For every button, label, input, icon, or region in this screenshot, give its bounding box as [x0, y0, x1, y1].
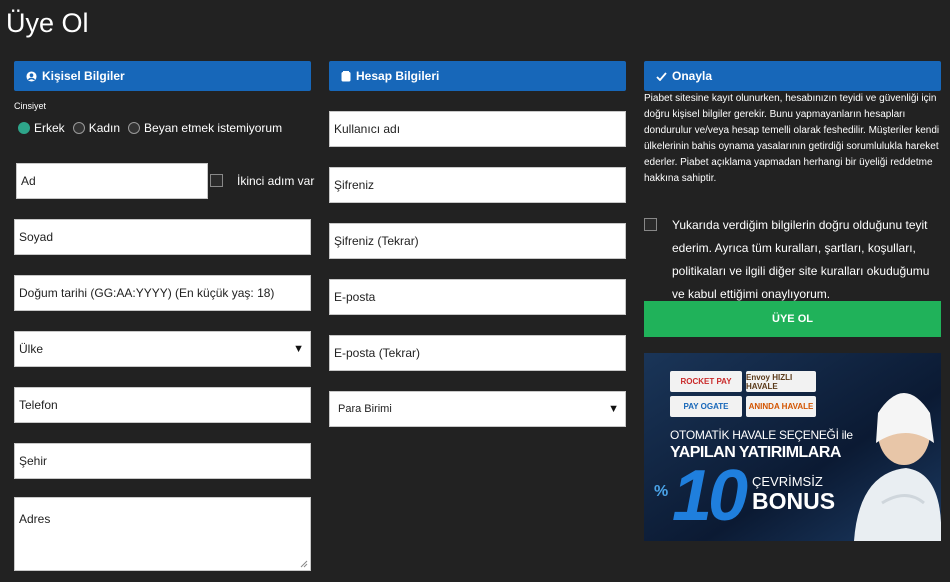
chevron-down-icon: ▼: [293, 343, 304, 355]
second-name-checkbox[interactable]: [210, 174, 223, 187]
dob-placeholder: Doğum tarihi (GG:AA:YYYY) (En küçük yaş:…: [19, 286, 275, 300]
personal-info-title: Kişisel Bilgiler: [42, 69, 125, 83]
dob-input[interactable]: Doğum tarihi (GG:AA:YYYY) (En küçük yaş:…: [14, 275, 311, 311]
resize-handle-icon[interactable]: [300, 560, 308, 568]
register-button[interactable]: ÜYE OL: [644, 301, 941, 337]
gender-radio-group: Erkek Kadın Beyan etmek istemiyorum: [18, 121, 290, 135]
address-placeholder: Adres: [19, 512, 51, 526]
logo-aninda-havale: ANINDA HAVALE: [746, 396, 816, 417]
gender-female-label: Kadın: [88, 121, 121, 135]
confirm-header: Onayla: [644, 61, 941, 91]
email-confirm-input[interactable]: E-posta (Tekrar): [329, 335, 626, 371]
wallet-icon: [341, 70, 351, 81]
banner-bonus-bottom: BONUS: [752, 488, 836, 514]
radio-female[interactable]: [72, 122, 85, 134]
logo-paygate: PAY OGATE: [670, 396, 742, 417]
gender-male-label: Erkek: [34, 121, 65, 135]
banner-bonus-top: ÇEVRİMSİZ: [752, 474, 823, 489]
banner-percent: %: [654, 483, 669, 500]
password-confirm-input[interactable]: Şifreniz (Tekrar): [329, 223, 626, 259]
city-placeholder: Şehir: [19, 454, 48, 468]
email-placeholder: E-posta: [334, 290, 376, 304]
banner-line1: OTOMATİK HAVALE SEÇENEĞİ ile: [670, 428, 853, 442]
username-placeholder: Kullanıcı adı: [334, 122, 401, 136]
password-input[interactable]: Şifreniz: [329, 167, 626, 203]
radio-undisclosed[interactable]: [128, 122, 141, 134]
surname-placeholder: Soyad: [19, 230, 54, 244]
gender-option-undisclosed[interactable]: Beyan etmek istemiyorum: [128, 121, 282, 135]
first-name-placeholder: Ad: [21, 174, 36, 188]
phone-input[interactable]: Telefon: [14, 387, 311, 423]
confirm-title: Onayla: [672, 69, 713, 83]
chevron-down-icon: ▼: [608, 403, 619, 415]
city-input[interactable]: Şehir: [14, 443, 311, 479]
promo-banner[interactable]: ROCKET PAY Envoy HIZLI HAVALE PAY OGATE …: [644, 353, 941, 541]
surname-input[interactable]: Soyad: [14, 219, 311, 255]
gender-option-male[interactable]: Erkek: [18, 121, 65, 135]
password-confirm-placeholder: Şifreniz (Tekrar): [334, 234, 419, 248]
currency-select[interactable]: Para Birimi ▼: [329, 391, 626, 427]
account-info-header: Hesap Bilgileri: [329, 61, 626, 91]
logo-rocketpay: ROCKET PAY: [670, 371, 742, 392]
first-name-input[interactable]: Ad: [16, 163, 208, 199]
user-circle-icon: [26, 70, 37, 82]
banner-big-number: 10: [672, 456, 748, 536]
gender-undisclosed-label: Beyan etmek istemiyorum: [144, 121, 283, 135]
email-confirm-placeholder: E-posta (Tekrar): [334, 346, 421, 360]
logo-envoy: Envoy HIZLI HAVALE: [746, 371, 816, 392]
gender-option-female[interactable]: Kadın: [72, 121, 121, 135]
currency-selected: Para Birimi: [338, 403, 392, 415]
email-input[interactable]: E-posta: [329, 279, 626, 315]
address-textarea[interactable]: Adres: [14, 497, 311, 571]
account-info-title: Hesap Bilgileri: [356, 69, 440, 83]
country-selected: Ülke: [19, 342, 44, 356]
radio-male[interactable]: [18, 122, 30, 134]
agree-text: Yukarıda verdiğim bilgilerin doğru olduğ…: [672, 218, 930, 301]
personal-info-header: Kişisel Bilgiler: [14, 61, 311, 91]
phone-placeholder: Telefon: [19, 398, 58, 412]
agree-checkbox[interactable]: [644, 218, 657, 231]
password-placeholder: Şifreniz: [334, 178, 375, 192]
page-title: Üye Ol: [6, 8, 89, 38]
second-name-label: İkinci adım var: [237, 174, 315, 188]
gender-label: Cinsiyet: [14, 101, 47, 111]
country-select[interactable]: Ülke ▼: [14, 331, 311, 367]
check-icon: [656, 71, 667, 81]
username-input[interactable]: Kullanıcı adı: [329, 111, 626, 147]
terms-info-text: Piabet sitesine kayıt olunurken, hesabın…: [644, 93, 940, 184]
